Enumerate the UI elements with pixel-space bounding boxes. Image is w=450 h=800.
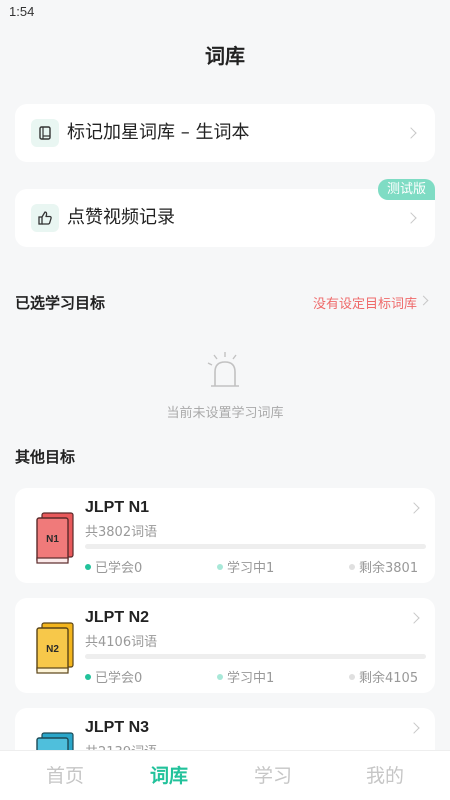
progress-bar (85, 654, 426, 659)
wordbook-name: JLPT N1 (85, 499, 150, 516)
tab-study[interactable]: 学习 (217, 751, 329, 800)
page-title: 词库 (205, 44, 245, 68)
chevron-right-icon[interactable] (418, 295, 429, 306)
chevron-right-icon (405, 212, 417, 224)
alarm-light-icon (207, 352, 239, 387)
tab-profile[interactable]: 我的 (329, 751, 441, 800)
stat-learning: 学习中1 (217, 667, 274, 686)
wordbook-card-n1[interactable]: N1 JLPT N1 共3802词语 已学会0 学习中1 剩余3801 (15, 488, 435, 583)
liked-videos-card[interactable]: 点赞视频记录 测试版 (15, 179, 435, 247)
thumbs-up-icon (31, 204, 59, 232)
beta-badge: 测试版 (377, 179, 435, 200)
other-targets-title: 其他目标 (15, 448, 76, 466)
book-cover-n2-icon: N2 (36, 622, 74, 674)
progress-bar (85, 544, 426, 549)
chevron-right-icon (405, 127, 417, 139)
starred-words-label: 标记加星词库 – 生词本 (67, 122, 250, 143)
stat-learned: 已学会0 (85, 667, 142, 686)
stat-learned: 已学会0 (85, 557, 142, 576)
tab-wordbank[interactable]: 词库 (113, 751, 225, 800)
wordbook-count: 共4106词语 (85, 635, 158, 650)
wordbook-count: 共3802词语 (85, 525, 158, 540)
wordbook-name: JLPT N2 (85, 609, 150, 626)
starred-words-card[interactable]: 标记加星词库 – 生词本 (15, 104, 435, 162)
chevron-right-icon (408, 612, 420, 624)
chevron-right-icon (408, 722, 420, 734)
set-target-link[interactable]: 没有设定目标词库 (313, 293, 417, 312)
bottom-tab-bar: 首页 词库 学习 我的 (0, 750, 450, 800)
stat-learning: 学习中1 (217, 557, 274, 576)
stat-remaining: 剩余3801 (349, 557, 418, 576)
status-bar: 1:54 (0, 0, 450, 28)
wordbook-card-n2[interactable]: N2 JLPT N2 共4106词语 已学会0 学习中1 剩余4105 (15, 598, 435, 693)
tab-home[interactable]: 首页 (9, 751, 121, 800)
book-badge-n2: N2 (46, 644, 59, 655)
empty-target-text: 当前未设置学习词库 (166, 406, 284, 421)
selected-target-title: 已选学习目标 (15, 294, 106, 312)
book-badge-n1: N1 (46, 534, 59, 545)
book-cover-n1-icon: N1 (36, 512, 74, 564)
liked-videos-label: 点赞视频记录 (67, 207, 175, 228)
stat-remaining: 剩余4105 (349, 667, 418, 686)
status-time: 1:54 (9, 4, 35, 19)
book-icon (31, 119, 59, 147)
chevron-right-icon (408, 502, 420, 514)
wordbook-name: JLPT N3 (85, 719, 150, 736)
